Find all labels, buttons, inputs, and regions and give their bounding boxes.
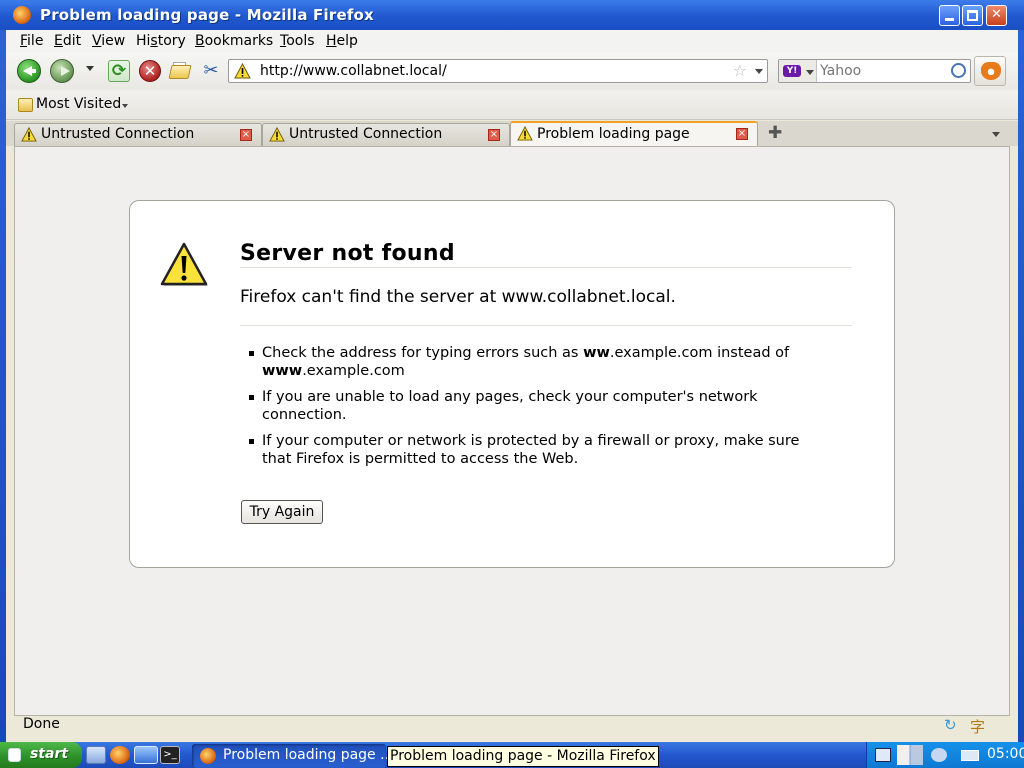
new-tab-button[interactable]: ✚ xyxy=(768,123,782,143)
list-item: Check the address for typing errors such… xyxy=(240,344,820,380)
folder-icon xyxy=(168,65,192,79)
error-suggestions-list: Check the address for typing errors such… xyxy=(240,344,820,476)
menu-help[interactable]: Help xyxy=(326,33,358,49)
divider xyxy=(240,267,852,268)
reload-button[interactable]: ⟳ xyxy=(108,60,130,82)
list-item: If your computer or network is protected… xyxy=(240,432,820,468)
firefox-window: Problem loading page - Mozilla Firefox ✕… xyxy=(0,0,1024,742)
close-tab-icon[interactable]: × xyxy=(736,128,748,140)
start-logo-icon xyxy=(8,748,21,762)
search-icon[interactable] xyxy=(951,63,966,78)
quicklaunch-desktop-icon[interactable] xyxy=(134,746,158,764)
url-text[interactable]: http://www.collabnet.local/ xyxy=(260,63,447,79)
maximize-icon xyxy=(967,10,978,21)
try-again-button[interactable]: Try Again xyxy=(241,500,323,524)
chevron-down-icon[interactable] xyxy=(122,104,128,108)
divider xyxy=(240,325,852,326)
status-bar: Done ↻ 字 xyxy=(14,716,1010,740)
taskbar-button-firefox[interactable]: Problem loading page ... xyxy=(192,744,393,768)
maximize-button[interactable] xyxy=(962,5,983,26)
close-tab-icon[interactable]: × xyxy=(240,129,252,141)
network-icon[interactable] xyxy=(875,748,891,762)
input-method-icon[interactable]: 字 xyxy=(970,716,985,737)
title-bar[interactable]: Problem loading page - Mozilla Firefox ✕ xyxy=(0,0,1024,30)
quicklaunch-firefox-icon[interactable] xyxy=(110,746,130,764)
list-all-tabs-icon[interactable] xyxy=(992,132,1000,137)
menu-bar: File Edit View History Bookmarks Tools H… xyxy=(6,30,1018,52)
addon-status-icon[interactable]: ↻ xyxy=(944,716,957,734)
start-label: start xyxy=(30,746,69,762)
clock: 05:00 xyxy=(987,746,1024,762)
open-folder-button[interactable] xyxy=(168,61,192,81)
quicklaunch-file-manager-icon[interactable] xyxy=(86,746,106,764)
page-content: Server not found Firefox can't find the … xyxy=(14,146,1010,716)
history-dropdown-icon[interactable] xyxy=(86,66,94,71)
tab-bar: Untrusted Connection × Untrusted Connect… xyxy=(6,121,1018,147)
close-icon: ✕ xyxy=(991,7,1002,22)
firefox-app-icon[interactable] xyxy=(13,6,31,24)
firefox-icon xyxy=(200,748,216,764)
error-description: Firefox can't find the server at www.col… xyxy=(240,287,676,307)
error-page-container: Server not found Firefox can't find the … xyxy=(129,200,895,568)
tab-untrusted-connection-1[interactable]: Untrusted Connection × xyxy=(14,123,262,146)
menu-history[interactable]: History xyxy=(136,33,186,49)
chevron-down-icon xyxy=(806,70,814,75)
firefox-addon-button[interactable] xyxy=(974,56,1006,86)
search-bar: Y! xyxy=(778,59,971,83)
menu-tools[interactable]: Tools xyxy=(280,33,315,49)
menu-edit[interactable]: Edit xyxy=(54,33,81,49)
close-window-button[interactable]: ✕ xyxy=(986,5,1007,26)
search-engine-selector[interactable]: Y! xyxy=(779,60,817,82)
bookmarks-toolbar: Most Visited xyxy=(6,90,1018,120)
menu-file[interactable]: File xyxy=(20,33,43,49)
window-title: Problem loading page - Mozilla Firefox xyxy=(40,6,374,24)
warning-icon xyxy=(234,63,251,79)
bookmark-folder-icon xyxy=(18,98,33,112)
window-frame: File Edit View History Bookmarks Tools H… xyxy=(6,30,1018,742)
warning-icon xyxy=(517,126,533,141)
warning-icon xyxy=(21,127,37,142)
system-tray: 05:00 xyxy=(866,742,1024,768)
stop-button[interactable]: ✕ xyxy=(139,60,161,82)
taskbar-tooltip: Problem loading page - Mozilla Firefox xyxy=(387,746,659,767)
status-text: Done xyxy=(23,716,60,732)
list-item: If you are unable to load any pages, che… xyxy=(240,388,820,424)
tab-untrusted-connection-2[interactable]: Untrusted Connection × xyxy=(262,123,510,146)
tab-label: Untrusted Connection xyxy=(41,126,195,142)
tab-label: Untrusted Connection xyxy=(289,126,443,142)
error-title: Server not found xyxy=(240,241,455,266)
navigation-toolbar: ⟳ ✕ ✂ http://www.collabnet.local/ ☆ Y! xyxy=(6,52,1018,90)
url-history-dropdown-icon[interactable] xyxy=(755,69,763,74)
menu-view[interactable]: View xyxy=(92,33,125,49)
menu-bookmarks[interactable]: Bookmarks xyxy=(195,33,273,49)
forward-button[interactable] xyxy=(50,59,74,83)
minimize-button[interactable] xyxy=(939,5,960,26)
volume-icon[interactable] xyxy=(931,748,947,762)
workspace-switcher-icon[interactable] xyxy=(897,745,923,765)
minimize-icon xyxy=(945,18,954,21)
back-button[interactable] xyxy=(17,59,41,83)
warning-icon xyxy=(269,127,285,142)
most-visited-button[interactable]: Most Visited xyxy=(36,96,121,112)
search-input[interactable] xyxy=(820,62,946,80)
close-tab-icon[interactable]: × xyxy=(488,129,500,141)
large-warning-icon xyxy=(160,242,208,286)
tab-problem-loading-page[interactable]: Problem loading page × xyxy=(510,121,758,147)
fox-icon xyxy=(981,62,1001,80)
quicklaunch-terminal-icon[interactable]: >_ xyxy=(160,746,180,764)
cut-button[interactable]: ✂ xyxy=(201,60,221,82)
yahoo-icon: Y! xyxy=(783,65,801,77)
url-bar[interactable]: http://www.collabnet.local/ ☆ xyxy=(228,59,768,83)
mail-icon[interactable] xyxy=(961,750,979,761)
tab-label: Problem loading page xyxy=(537,126,690,142)
start-button[interactable]: start xyxy=(0,742,82,768)
bookmark-star-icon[interactable]: ☆ xyxy=(733,61,747,80)
taskbar-button-label: Problem loading page ... xyxy=(223,747,394,763)
